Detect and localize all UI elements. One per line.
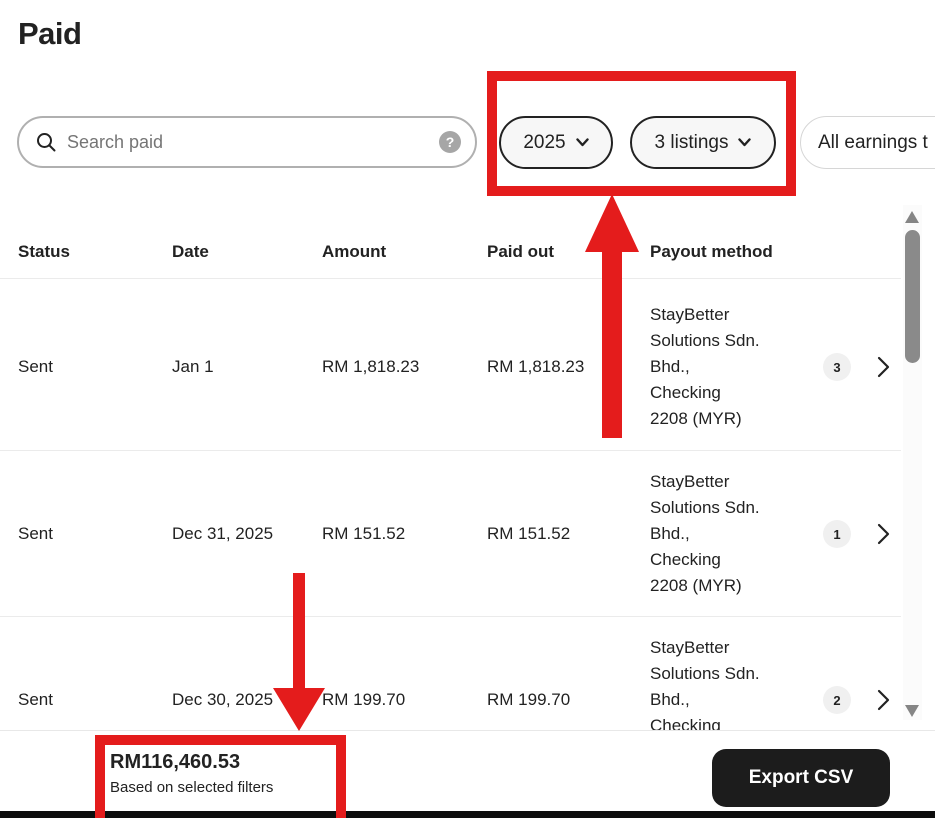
row-amount: RM 199.70 [322, 690, 406, 709]
export-csv-button[interactable]: Export CSV [712, 749, 890, 807]
page-title: Paid [18, 16, 82, 51]
scrollbar-down-button[interactable] [905, 705, 919, 717]
help-icon[interactable]: ? [439, 131, 461, 153]
column-header-date: Date [172, 242, 209, 261]
scrollbar-thumb[interactable] [905, 230, 920, 363]
header-divider [0, 278, 901, 279]
payout-count-badge: 3 [823, 353, 851, 381]
search-input[interactable] [67, 131, 439, 153]
column-header-amount: Amount [322, 242, 387, 261]
search-icon [35, 131, 57, 153]
footer-bar: RM116,460.53 Based on selected filters E… [0, 730, 935, 811]
chevron-down-icon [738, 138, 752, 147]
payout-count-badge: 2 [823, 686, 851, 714]
chevron-right-icon[interactable] [877, 356, 890, 378]
search-input-container[interactable]: ? [17, 116, 477, 168]
listings-filter-label: 3 listings [654, 131, 729, 153]
table-row[interactable]: Sent Dec 31, 2025 RM 151.52 RM 151.52 St… [0, 452, 901, 617]
table-row[interactable]: Sent Jan 1 RM 1,818.23 RM 1,818.23 StayB… [0, 284, 901, 451]
earnings-type-filter-dropdown[interactable]: All earnings t [800, 116, 935, 169]
column-header-payout-method: Payout method [650, 242, 773, 261]
row-status: Sent [18, 357, 53, 376]
row-paid-out: RM 151.52 [487, 524, 571, 543]
listings-filter-dropdown[interactable]: 3 listings [630, 116, 776, 169]
row-date: Dec 31, 2025 [172, 524, 274, 543]
scrollbar-up-button[interactable] [905, 211, 919, 223]
row-amount: RM 151.52 [322, 524, 406, 543]
column-header-status: Status [18, 242, 70, 261]
row-date: Jan 1 [172, 357, 214, 376]
row-date: Dec 30, 2025 [172, 690, 274, 709]
paid-payouts-page: Paid ? 2025 3 listings All earnings t St… [0, 0, 935, 818]
chevron-right-icon[interactable] [877, 689, 890, 711]
earnings-filter-label: All earnings t [818, 131, 928, 153]
row-paid-out: RM 1,818.23 [487, 357, 585, 376]
row-status: Sent [18, 690, 53, 709]
chevron-right-icon[interactable] [877, 523, 890, 545]
row-paid-out: RM 199.70 [487, 690, 571, 709]
row-status: Sent [18, 524, 53, 543]
row-amount: RM 1,818.23 [322, 357, 420, 376]
total-amount: RM116,460.53 [110, 751, 241, 773]
chevron-down-icon [575, 138, 589, 147]
row-payout-method: StayBetter Solutions Sdn. Bhd., Checking… [650, 472, 760, 595]
row-payout-method: StayBetter Solutions Sdn. Bhd., Checking… [650, 305, 760, 428]
total-subtitle: Based on selected filters [110, 779, 274, 796]
year-filter-label: 2025 [523, 131, 566, 153]
column-header-paid-out: Paid out [487, 242, 555, 261]
year-filter-dropdown[interactable]: 2025 [499, 116, 613, 169]
payout-count-badge: 1 [823, 520, 851, 548]
page-bottom-border [0, 811, 935, 818]
